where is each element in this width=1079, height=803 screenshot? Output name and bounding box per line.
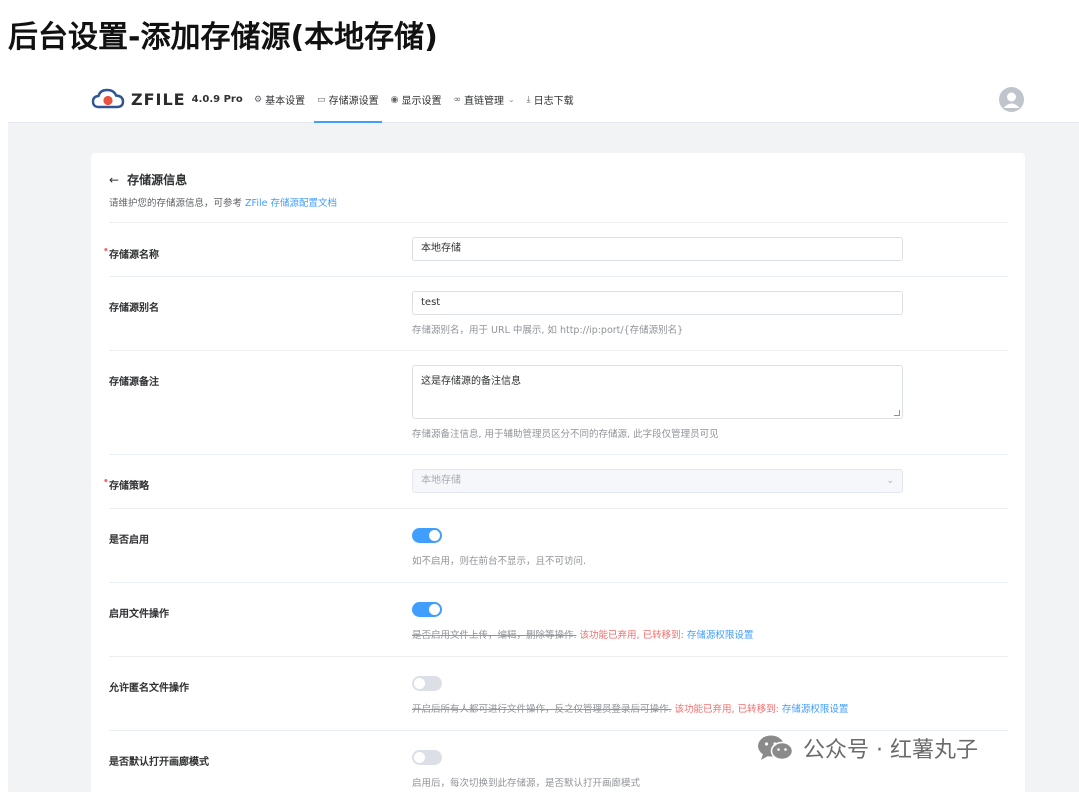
storage-name-input[interactable]: 本地存储 (412, 237, 903, 261)
wechat-icon (758, 735, 794, 761)
alias-label: 存储源别名 (109, 303, 159, 314)
nav-label: 直链管理 (463, 96, 504, 107)
app-window: ZFILE 4.0.9 Pro ⚙ 基本设置 ▭ 存储源设置 ◉ 显示设置 ∞ … (8, 76, 1079, 803)
resize-handle-icon[interactable] (894, 410, 900, 416)
storage-info-card: ← 存储源信息 请维护您的存储源信息，可参考 ZFile 存储源配置文档 • 存储… (91, 153, 1025, 803)
deprecated-warning: 该功能已弃用, 已转移到: (671, 704, 782, 715)
anon-ops-label: 允许匿名文件操作 (109, 683, 189, 694)
gallery-hint: 启用后，每次切换到此存储源，是否默认打开画廊模式 (412, 778, 641, 789)
storage-remark-textarea[interactable]: 这是存储源的备注信息 (412, 365, 903, 419)
download-icon: ⤓ (526, 94, 531, 105)
subtitle-text: 请维护您的存储源信息，可参考 (109, 198, 246, 209)
remark-label: 存储源备注 (109, 377, 159, 388)
gallery-switch[interactable] (412, 750, 442, 765)
page-heading: 后台设置-添加存储源(本地存储) (8, 20, 438, 55)
remark-value: 这是存储源的备注信息 (421, 376, 521, 387)
switch-knob (414, 752, 425, 763)
eye-icon: ◉ (390, 94, 399, 105)
enabled-switch[interactable] (412, 528, 442, 543)
card-header: ← 存储源信息 请维护您的存储源信息，可参考 ZFile 存储源配置文档 (109, 171, 337, 210)
gallery-label: 是否默认打开画廊模式 (109, 757, 209, 768)
switch-knob (429, 530, 440, 541)
nav-log-download[interactable]: ⤓ 日志下载 (524, 76, 577, 123)
form-row-name: • 存储源名称 本地存储 (103, 222, 1008, 276)
nav-basic-settings[interactable]: ⚙ 基本设置 (251, 76, 308, 123)
folder-icon: ▭ (317, 94, 326, 105)
switch-knob (414, 678, 425, 689)
chevron-down-icon: ⌄ (886, 476, 894, 486)
card-subtitle: 请维护您的存储源信息，可参考 ZFile 存储源配置文档 (109, 195, 337, 209)
user-avatar[interactable] (999, 87, 1024, 112)
nav-display-settings[interactable]: ◉ 显示设置 (388, 76, 445, 123)
anon-ops-switch[interactable] (412, 676, 442, 691)
docs-link[interactable]: ZFile 存储源配置文档 (245, 198, 337, 209)
link-icon: ∞ (453, 94, 461, 105)
required-mark: • (103, 477, 109, 487)
top-navbar: ZFILE 4.0.9 Pro ⚙ 基本设置 ▭ 存储源设置 ◉ 显示设置 ∞ … (8, 76, 1079, 123)
strategy-value: 本地存储 (421, 475, 461, 486)
logo-name: ZFILE (131, 89, 186, 109)
form-row-enabled: 是否启用 如不启用，则在前台不显示，且不可访问. (109, 508, 1008, 582)
form-row-alias: 存储源别名 test 存储源别名，用于 URL 中展示, 如 http://ip… (109, 276, 1008, 350)
remark-hint: 存储源备注信息, 用于辅助管理员区分不同的存储源, 此字段仅管理员可见 (412, 429, 719, 440)
permission-settings-link[interactable]: 存储源权限设置 (687, 630, 754, 641)
strategy-label: 存储策略 (109, 481, 149, 492)
required-mark: • (103, 246, 109, 256)
name-label: 存储源名称 (109, 250, 159, 261)
deprecated-text: 开启后所有人都可进行文件操作，反之仅管理员登录后可操作. (412, 704, 672, 715)
storage-alias-input[interactable]: test (412, 291, 903, 315)
enabled-hint: 如不启用，则在前台不显示，且不可访问. (412, 556, 587, 567)
chevron-down-icon: ⌄ (507, 95, 515, 104)
card-title: 存储源信息 (127, 173, 188, 187)
form-row-anon-ops: 允许匿名文件操作 开启后所有人都可进行文件操作，反之仅管理员登录后可操作. 该功… (109, 656, 1008, 730)
enabled-label: 是否启用 (109, 535, 149, 546)
anon-ops-hint: 开启后所有人都可进行文件操作，反之仅管理员登录后可操作. 该功能已弃用, 已转移… (412, 701, 848, 715)
cloud-logo-icon (91, 88, 125, 109)
switch-knob (429, 604, 440, 615)
deprecated-warning: 该功能已弃用, 已转移到: (576, 630, 687, 641)
form-row-file-ops: 启用文件操作 是否启用文件上传，编辑，删除等操作. 该功能已弃用, 已转移到: … (109, 582, 1008, 656)
alias-hint: 存储源别名，用于 URL 中展示, 如 http://ip:port/{存储源别… (412, 325, 684, 336)
permission-settings-link[interactable]: 存储源权限设置 (782, 704, 849, 715)
watermark-text: 公众号 · 红薯丸子 (803, 738, 978, 763)
storage-strategy-select[interactable]: 本地存储 ⌄ (412, 469, 903, 493)
file-ops-switch[interactable] (412, 602, 442, 617)
form-row-remark: 存储源备注 这是存储源的备注信息 存储源备注信息, 用于辅助管理员区分不同的存储… (109, 350, 1008, 454)
watermark: 公众号 · 红薯丸子 (755, 732, 978, 764)
back-arrow-icon[interactable]: ← (109, 173, 119, 187)
gear-icon: ⚙ (254, 94, 263, 105)
nav-label: 基本设置 (265, 96, 306, 107)
nav-storage-settings[interactable]: ▭ 存储源设置 (314, 76, 382, 123)
logo[interactable]: ZFILE 4.0.9 Pro (91, 87, 243, 111)
main-nav: ⚙ 基本设置 ▭ 存储源设置 ◉ 显示设置 ∞ 直链管理 ⌄ ⤓ 日志下载 (251, 76, 583, 123)
nav-label: 显示设置 (401, 96, 442, 107)
form-row-strategy: • 存储策略 本地存储 ⌄ (103, 454, 1008, 508)
deprecated-text: 是否启用文件上传，编辑，删除等操作. (412, 630, 577, 641)
nav-link-management[interactable]: ∞ 直链管理 ⌄ (450, 76, 517, 123)
file-ops-hint: 是否启用文件上传，编辑，删除等操作. 该功能已弃用, 已转移到: 存储源权限设置 (412, 627, 753, 641)
version-label: 4.0.9 Pro (191, 93, 243, 105)
file-ops-label: 启用文件操作 (109, 609, 169, 620)
nav-label: 日志下载 (533, 96, 574, 107)
nav-label: 存储源设置 (328, 96, 379, 107)
user-icon (1003, 92, 1020, 108)
